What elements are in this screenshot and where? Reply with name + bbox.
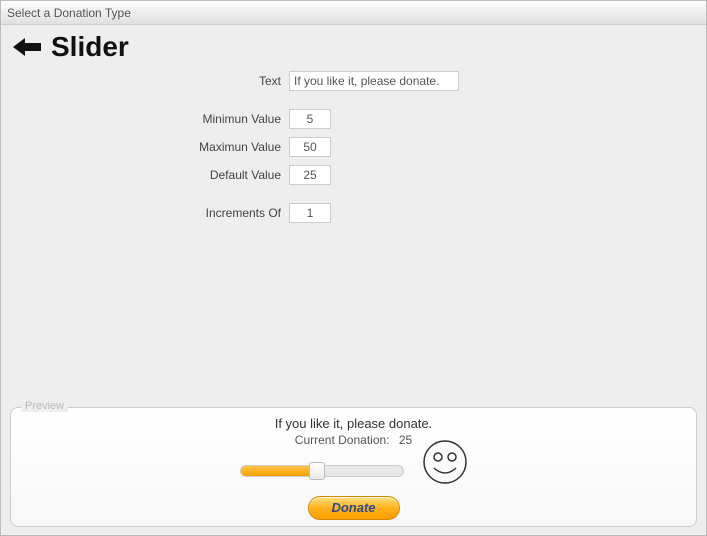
slider-handle[interactable] [309,462,325,480]
increments-input[interactable] [289,203,331,223]
max-input[interactable] [289,137,331,157]
preview-legend: Preview [21,400,68,412]
text-label: Text [11,74,289,88]
form-area: Text Minimun Value Maximun Value Default… [1,67,706,223]
page-title: Slider [51,31,129,63]
text-input[interactable] [289,71,459,91]
increments-label: Increments Of [11,206,289,220]
min-label: Minimun Value [11,112,289,126]
slider-fill [241,466,312,476]
header: Slider [1,25,706,67]
default-label: Default Value [11,168,289,182]
smiley-icon [422,439,468,488]
preview-panel: Preview If you like it, please donate. C… [10,407,697,527]
window: Select a Donation Type Slider Text Minim… [0,0,707,536]
back-arrow-icon[interactable] [11,33,45,61]
preview-text: If you like it, please donate. [275,416,433,431]
window-title: Select a Donation Type [1,1,706,25]
preview-current-donation: Current Donation: 25 [295,433,412,447]
donation-slider[interactable] [240,465,404,477]
donate-button[interactable]: Donate [308,496,400,520]
max-label: Maximun Value [11,140,289,154]
min-input[interactable] [289,109,331,129]
default-input[interactable] [289,165,331,185]
preview-current-label: Current Donation: [295,433,390,447]
preview-current-value: 25 [399,433,412,447]
